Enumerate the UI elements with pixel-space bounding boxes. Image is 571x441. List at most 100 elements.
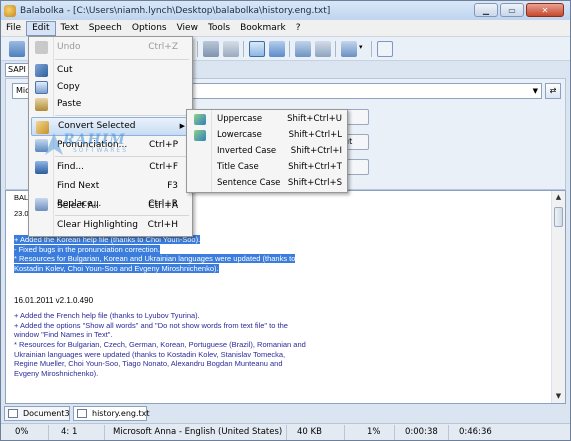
selected-text-line: - Fixed bugs in the pronunciation correc… [14, 244, 160, 254]
toolbar-separator [371, 41, 372, 57]
window-title: Balabolka - [C:\Users\niamh.lynch\Deskto… [20, 5, 331, 16]
menu-item-find-next[interactable]: Find Next F3 [31, 177, 190, 196]
speak-icon[interactable] [203, 41, 219, 57]
save-audio-icon[interactable] [249, 41, 265, 57]
selected-text-line: * Resources for Bulgarian, Korean and Uk… [14, 254, 296, 264]
menu-tools[interactable]: Tools [203, 21, 235, 36]
submenu-item-uppercase[interactable]: Uppercase Shift+Ctrl+U [189, 111, 345, 128]
binoculars-icon [35, 161, 48, 174]
help-icon[interactable] [377, 41, 393, 57]
version-heading: 16.01.2011 v2.1.0.490 [14, 295, 94, 305]
chevron-down-icon[interactable]: ▾ [359, 43, 363, 51]
changelog-line: + Added the options "Show all words" and… [14, 320, 288, 330]
lowercase-icon [194, 130, 206, 141]
submenu-item-uppercase-label: Uppercase [217, 114, 263, 124]
changelog-line: * Resources for Bulgarian, Czech, German… [14, 339, 306, 349]
menu-text[interactable]: Text [56, 21, 84, 36]
minimize-button[interactable]: ▁ [474, 3, 498, 17]
menu-item-find-shortcut: Ctrl+F [149, 162, 178, 172]
paste-icon [35, 98, 48, 111]
changelog-line: Ukrainian languages were updated (thanks… [14, 349, 286, 359]
voice-settings-button[interactable]: ⇄ [545, 83, 561, 99]
menu-item-undo-label: Undo [57, 42, 81, 52]
changelog-line: Regine Mueller, Choi Youn-Soo, Tiago Non… [14, 359, 283, 369]
status-file-size: 40 KB [287, 424, 345, 440]
submenu-item-title-case-label: Title Case [217, 162, 259, 172]
changelog-line: window "Find Names in Text". [14, 330, 113, 340]
window-controls: ▁ ▭ ✕ [474, 3, 564, 17]
chevron-down-icon: ▼ [532, 87, 538, 95]
menu-help[interactable]: ? [291, 21, 306, 36]
document-icon [8, 409, 18, 418]
split-icon[interactable] [315, 41, 331, 57]
status-bar: 0% 4: 1 Microsoft Anna - English (United… [1, 423, 570, 440]
export-icon[interactable] [269, 41, 285, 57]
dropdown-tool-icon[interactable] [341, 41, 357, 57]
app-window: Balabolka - [C:\Users\niamh.lynch\Deskto… [0, 0, 571, 441]
open-file-icon[interactable] [9, 41, 25, 57]
menu-item-find-next-shortcut: F3 [167, 181, 178, 191]
rahim-watermark-logo: RAHIM SOFTWARES [43, 129, 163, 159]
tab-history-file-label: history.eng.txt [92, 409, 150, 418]
menu-separator [55, 59, 189, 60]
tab-document3-label: Document3 [23, 409, 70, 418]
menu-bookmark[interactable]: Bookmark [235, 21, 291, 36]
watermark-subtext: SOFTWARES [73, 147, 129, 154]
maximize-button[interactable]: ▭ [500, 3, 524, 17]
menu-view[interactable]: View [172, 21, 203, 36]
undo-icon [35, 41, 48, 54]
convert-selected-submenu: Uppercase Shift+Ctrl+U Lowercase Shift+C… [186, 109, 348, 193]
toolbar-separator [289, 41, 290, 57]
scroll-down-icon[interactable]: ▼ [552, 390, 565, 403]
watermark-emblem-icon [45, 133, 63, 155]
submenu-item-sentence-case[interactable]: Sentence Case Shift+Ctrl+S [189, 175, 345, 192]
balabolka-app-icon[interactable] [4, 4, 16, 17]
menu-item-paste-label: Paste [57, 99, 82, 109]
menu-item-select-all[interactable] [31, 202, 190, 221]
submenu-item-sentence-case-shortcut: Shift+Ctrl+S [287, 178, 342, 188]
tab-document3[interactable]: Document3 [4, 406, 70, 421]
changelog-line: Evgeny Miroshnichenko). [14, 368, 99, 378]
changelog-line: + Added the French help file (thanks to … [14, 311, 200, 321]
submenu-item-inverted-case-label: Inverted Case [217, 146, 277, 156]
status-voice: Microsoft Anna - English (United States) [105, 424, 287, 440]
vertical-scrollbar[interactable]: ▲ ▼ [551, 191, 565, 403]
submenu-item-inverted-case-shortcut: Shift+Ctrl+I [290, 146, 342, 156]
submenu-item-title-case-shortcut: Shift+Ctrl+T [288, 162, 342, 172]
text-file-icon [77, 409, 87, 418]
menu-item-find-next-label: Find Next [57, 181, 100, 191]
toolbar-separator [197, 41, 198, 57]
submenu-item-uppercase-shortcut: Shift+Ctrl+U [287, 114, 342, 124]
stop-icon[interactable] [223, 41, 239, 57]
title-bar: Balabolka - [C:\Users\niamh.lynch\Deskto… [1, 1, 570, 20]
menu-speech[interactable]: Speech [84, 21, 127, 36]
status-total-time: 0:46:36 [459, 426, 492, 437]
watermark-text: RAHIM [63, 132, 126, 148]
scroll-up-icon[interactable]: ▲ [552, 191, 565, 204]
menu-edit[interactable]: Edit [26, 20, 56, 36]
menu-options[interactable]: Options [127, 21, 172, 36]
pronunciation-tool-icon[interactable] [295, 41, 311, 57]
tab-history-file[interactable]: history.eng.txt [73, 406, 150, 421]
status-cursor-position: 4: 1 [49, 424, 105, 440]
submenu-item-lowercase-shortcut: Shift+Ctrl+L [288, 130, 342, 140]
menu-item-find[interactable]: Find... Ctrl+F [31, 158, 190, 177]
submenu-item-sentence-case-label: Sentence Case [217, 178, 281, 188]
menu-item-undo[interactable]: Undo Ctrl+Z [31, 38, 190, 57]
close-button[interactable]: ✕ [526, 3, 564, 17]
status-progress: 0% [1, 424, 49, 440]
menu-item-undo-shortcut: Ctrl+Z [148, 42, 178, 52]
submenu-item-title-case[interactable]: Title Case Shift+Ctrl+T [189, 159, 345, 176]
scissors-icon [35, 64, 48, 77]
toolbar-separator [243, 41, 244, 57]
menu-item-paste[interactable]: Paste [31, 95, 190, 114]
uppercase-icon [194, 114, 206, 125]
document-tabs: Document3 history.eng.txt [1, 404, 570, 423]
menu-separator [55, 115, 189, 116]
menu-file[interactable]: File [1, 21, 26, 36]
status-elapsed-time: 0:00:38 [395, 424, 449, 440]
toolbar-separator [335, 41, 336, 57]
scroll-thumb[interactable] [554, 207, 563, 227]
submenu-item-inverted-case[interactable]: Inverted Case Shift+Ctrl+I [189, 143, 345, 160]
submenu-item-lowercase[interactable]: Lowercase Shift+Ctrl+L [189, 127, 345, 144]
